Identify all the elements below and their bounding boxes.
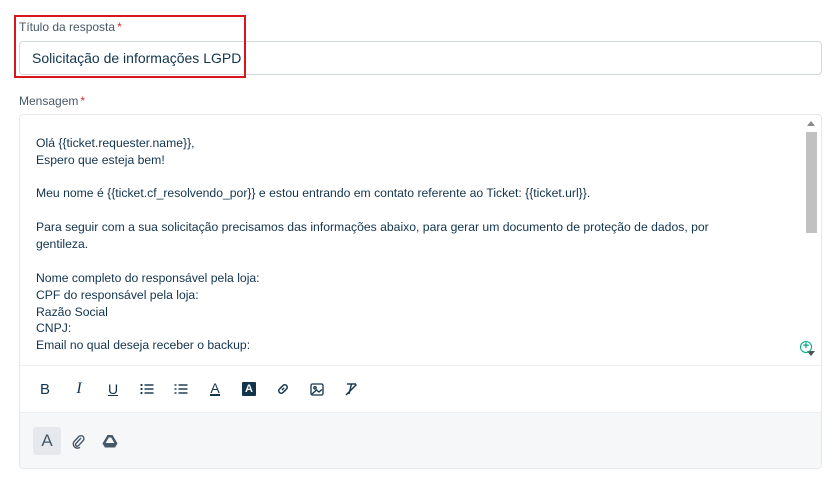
message-label-text: Mensagem (19, 94, 79, 108)
font-color-button[interactable]: A (204, 378, 226, 400)
message-body[interactable]: Olá {{ticket.requester.name}}, Espero qu… (20, 115, 804, 365)
message-editor: Olá {{ticket.requester.name}}, Espero qu… (19, 114, 822, 469)
image-icon (310, 382, 324, 396)
bold-icon: B (39, 380, 50, 398)
message-line: Meu nome é {{ticket.cf_resolvendo_por}} … (36, 186, 591, 200)
link-icon (278, 384, 288, 394)
editor-scrollbar[interactable] (804, 117, 819, 361)
attach-button[interactable] (64, 427, 92, 455)
google-drive-button[interactable] (96, 427, 124, 455)
message-line: Nome completo do responsável pela loja: (36, 271, 260, 285)
editor-toolbar: B I U A A (20, 365, 821, 412)
font-color-icon: A (210, 380, 220, 396)
ordered-list-icon (140, 383, 154, 395)
text-format-icon: A (41, 431, 53, 450)
message-label: Mensagem * (19, 94, 85, 108)
highlight-color-button[interactable]: A (238, 378, 260, 400)
message-line: CPF do responsável pela loja: (36, 288, 199, 302)
title-input[interactable] (19, 41, 822, 75)
editor-footer: A (20, 412, 821, 468)
message-line: Espero que esteja bem! (36, 153, 165, 167)
message-line: gentileza. (36, 237, 89, 251)
google-drive-icon (102, 435, 118, 448)
ordered-list-button[interactable] (136, 378, 158, 400)
message-line: CNPJ: (36, 321, 72, 335)
title-label-text: Título da resposta (19, 20, 116, 34)
message-line: Para seguir com a sua solicitação precis… (36, 220, 709, 234)
bullet-list-icon (174, 384, 188, 394)
paperclip-icon (72, 434, 85, 449)
message-line: Razão Social (36, 305, 108, 319)
bullet-list-button[interactable] (170, 378, 192, 400)
highlight-color-icon: A (242, 382, 256, 396)
scroll-up-arrow-icon[interactable] (807, 121, 815, 126)
clear-format-icon (345, 383, 357, 396)
underline-button[interactable]: U (102, 378, 124, 400)
required-marker: * (80, 94, 86, 108)
italic-icon: I (76, 380, 82, 397)
italic-button[interactable]: I (68, 378, 90, 400)
scroll-thumb[interactable] (806, 132, 817, 233)
bold-button[interactable]: B (34, 378, 56, 400)
image-button[interactable] (306, 378, 328, 400)
add-circle-icon[interactable]: + (800, 341, 812, 353)
required-marker: * (117, 20, 122, 34)
message-line: Olá {{ticket.requester.name}}, (36, 136, 195, 150)
link-button[interactable] (272, 378, 294, 400)
text-format-button[interactable]: A (33, 427, 61, 455)
title-label: Título da resposta * (19, 20, 122, 34)
underline-icon: U (107, 381, 119, 397)
message-line: Email no qual deseja receber o backup: (36, 338, 251, 352)
clear-format-button[interactable] (340, 378, 362, 400)
